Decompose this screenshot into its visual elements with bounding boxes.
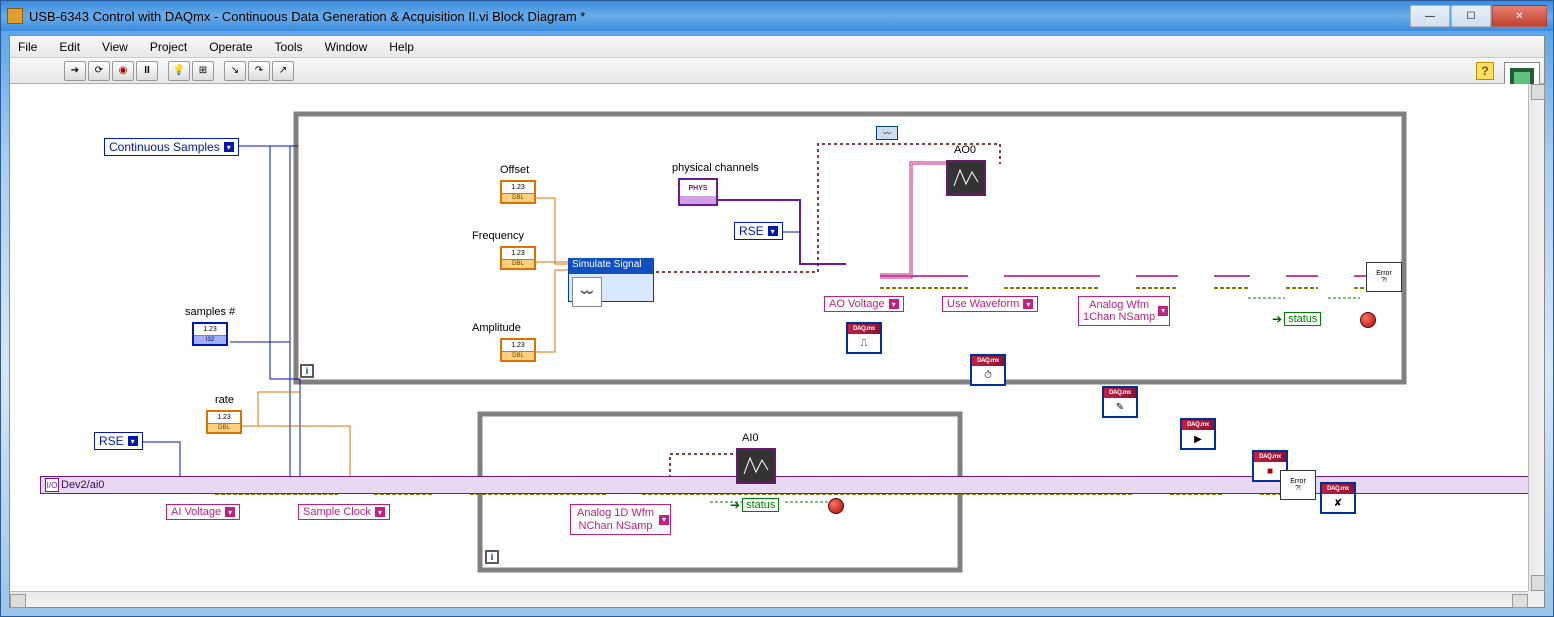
- chevron-down-icon[interactable]: ▾: [225, 507, 235, 517]
- label-offset: Offset: [500, 164, 529, 176]
- retain-wire-button[interactable]: ⊞: [192, 61, 214, 81]
- poly-use-waveform[interactable]: Use Waveform▾: [942, 296, 1038, 312]
- indicator-ai0-graph[interactable]: [736, 448, 776, 484]
- io-type-icon: I/O: [45, 478, 59, 492]
- control-amplitude[interactable]: 1.23DBL: [500, 338, 536, 362]
- control-frequency[interactable]: 1.23DBL: [500, 246, 536, 270]
- step-into-button[interactable]: ↘: [224, 61, 246, 81]
- control-rate[interactable]: 1.23DBL: [206, 410, 242, 434]
- indicator-ao0-graph[interactable]: [946, 160, 986, 196]
- toolbar: ➔ ⟳ ◉ II 💡 ⊞ ↘ ↷ ↗ ?: [10, 58, 1544, 84]
- express-simulate-signal[interactable]: Simulate Signal 〰️: [568, 258, 654, 302]
- label-amplitude: Amplitude: [472, 322, 521, 334]
- status-lower-group: ➔ status: [730, 498, 779, 512]
- window-title: USB-6343 Control with DAQmx - Continuous…: [29, 9, 1409, 24]
- horizontal-scrollbar[interactable]: [10, 591, 1528, 607]
- menu-operate[interactable]: Operate: [209, 40, 252, 54]
- label-physical-channels: physical channels: [672, 162, 759, 174]
- poly-ao-voltage[interactable]: AO Voltage▾: [824, 296, 904, 312]
- convert-dynamic-data[interactable]: 〰: [876, 126, 898, 140]
- const-continuous-samples[interactable]: Continuous Samples ▾: [104, 138, 239, 156]
- status-upper-label: status: [1284, 312, 1321, 326]
- maximize-button[interactable]: ☐: [1451, 5, 1491, 27]
- block-diagram-canvas[interactable]: Continuous Samples ▾ samples # 1.23I32 ra…: [10, 84, 1528, 591]
- control-physical-channels[interactable]: PHYS: [678, 178, 718, 206]
- menubar: File Edit View Project Operate Tools Win…: [10, 36, 1544, 58]
- daqmx-create-channel-ao[interactable]: DAQ.mx⎍: [846, 322, 882, 354]
- label-rate: rate: [215, 394, 234, 406]
- stop-indicator-ao: [1360, 312, 1376, 328]
- poly-analog-wfm-1chan[interactable]: Analog Wfm 1Chan NSamp ▾: [1078, 296, 1170, 326]
- loop-iteration-lower: i: [485, 550, 499, 564]
- menu-project[interactable]: Project: [150, 40, 187, 54]
- titlebar[interactable]: USB-6343 Control with DAQmx - Continuous…: [1, 1, 1553, 31]
- status-lower-label: status: [742, 498, 779, 512]
- daqmx-write-ao[interactable]: DAQ.mx✎: [1102, 386, 1138, 418]
- daqmx-start-ao[interactable]: DAQ.mx▶: [1180, 418, 1216, 450]
- loop-iteration-upper: i: [300, 364, 314, 378]
- close-button[interactable]: ✕: [1492, 5, 1547, 27]
- signal-icon: 〰️: [572, 277, 602, 307]
- chevron-down-icon[interactable]: ▾: [128, 436, 138, 446]
- menu-edit[interactable]: Edit: [59, 40, 80, 54]
- application-window: USB-6343 Control with DAQmx - Continuous…: [0, 0, 1554, 617]
- label-ai0: AI0: [742, 432, 759, 444]
- poly-sample-clock[interactable]: Sample Clock▾: [298, 504, 390, 520]
- run-button[interactable]: ➔: [64, 61, 86, 81]
- chevron-down-icon[interactable]: ▾: [375, 507, 385, 517]
- arrow-icon: ➔: [1272, 312, 1282, 326]
- label-frequency: Frequency: [472, 230, 524, 242]
- abort-button[interactable]: ◉: [112, 61, 134, 81]
- minimize-button[interactable]: —: [1410, 5, 1450, 27]
- menu-file[interactable]: File: [18, 40, 37, 54]
- chevron-down-icon[interactable]: ▾: [1023, 299, 1033, 309]
- menu-help[interactable]: Help: [389, 40, 414, 54]
- chevron-down-icon[interactable]: ▾: [659, 515, 669, 525]
- control-offset[interactable]: 1.23DBL: [500, 180, 536, 204]
- chevron-down-icon[interactable]: ▾: [768, 226, 778, 236]
- context-help-icon[interactable]: ?: [1476, 62, 1494, 80]
- label-ao0: AO0: [954, 144, 976, 156]
- menu-tools[interactable]: Tools: [275, 40, 303, 54]
- const-rse-upper[interactable]: RSE▾: [734, 222, 783, 240]
- chevron-down-icon[interactable]: ▾: [889, 299, 899, 309]
- window-buttons: — ☐ ✕: [1409, 5, 1547, 27]
- pause-button[interactable]: II: [136, 61, 158, 81]
- run-continuous-button[interactable]: ⟳: [88, 61, 110, 81]
- vertical-scrollbar[interactable]: [1528, 84, 1544, 591]
- poly-analog-1d-wfm[interactable]: Analog 1D Wfm NChan NSamp ▾: [570, 504, 671, 535]
- menu-view[interactable]: View: [102, 40, 128, 54]
- daqmx-timing-ao[interactable]: DAQ.mx⏱: [970, 354, 1006, 386]
- highlight-button[interactable]: 💡: [168, 61, 190, 81]
- ring-text: Continuous Samples: [109, 140, 220, 154]
- error-handler-ai[interactable]: Error ?!: [1280, 470, 1316, 500]
- status-upper-group: ➔ status: [1272, 312, 1321, 326]
- label-samples: samples #: [185, 306, 235, 318]
- error-handler-ao[interactable]: Error ?!: [1366, 262, 1402, 292]
- step-over-button[interactable]: ↷: [248, 61, 270, 81]
- const-rse-lower[interactable]: RSE▾: [94, 432, 143, 450]
- step-out-button[interactable]: ↗: [272, 61, 294, 81]
- stop-indicator-ai: [828, 498, 844, 514]
- control-samples[interactable]: 1.23I32: [192, 322, 228, 346]
- daqmx-clear-ao[interactable]: DAQ.mx✘: [1320, 482, 1356, 514]
- editor-window: File Edit View Project Operate Tools Win…: [9, 35, 1545, 608]
- chevron-down-icon[interactable]: ▾: [224, 142, 234, 152]
- app-icon: [7, 8, 23, 24]
- chevron-down-icon[interactable]: ▾: [1158, 306, 1168, 316]
- menu-window[interactable]: Window: [325, 40, 368, 54]
- poly-ai-voltage[interactable]: AI Voltage▾: [166, 504, 240, 520]
- arrow-icon: ➔: [730, 498, 740, 512]
